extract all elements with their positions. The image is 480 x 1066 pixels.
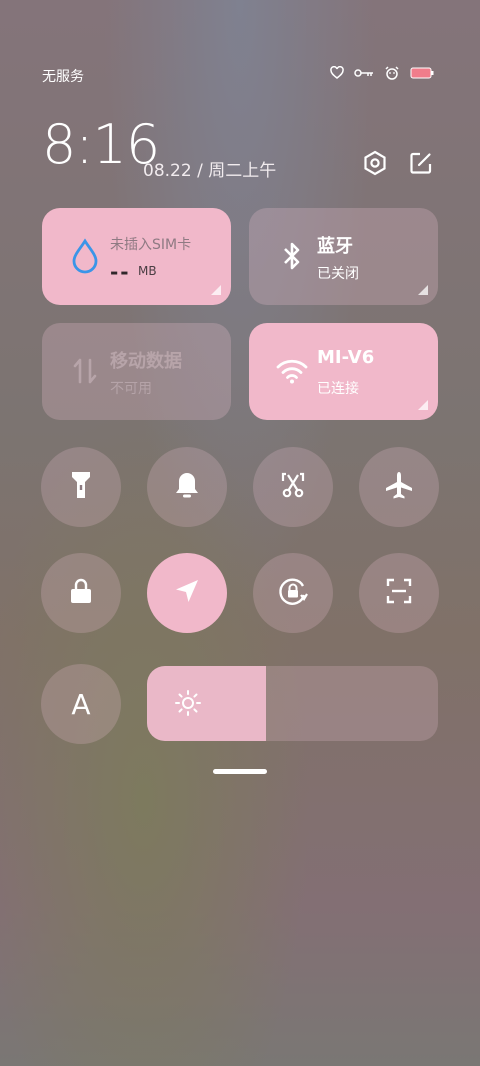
wifi-icon [275, 353, 309, 389]
carrier-status: 无服务 [42, 69, 84, 85]
bluetooth-tile[interactable]: 蓝牙 已关闭 [249, 208, 438, 305]
location-toggle[interactable] [147, 553, 227, 633]
bluetooth-title: 蓝牙 [317, 236, 353, 257]
brightness-fill [147, 666, 267, 741]
auto-brightness-label: A [71, 687, 91, 721]
location-icon [173, 577, 201, 609]
wifi-status: 已连接 [317, 381, 359, 397]
tile-expand-corner [418, 400, 428, 410]
alarm-face-icon [384, 66, 400, 80]
key-icon [354, 67, 374, 79]
screenshot-scissor-icon [279, 471, 307, 503]
lock-screen-toggle[interactable] [41, 553, 121, 633]
airplane-toggle[interactable] [359, 447, 439, 527]
flashlight-icon [69, 470, 93, 504]
data-arrows-icon [68, 353, 102, 389]
flashlight-toggle[interactable] [41, 447, 121, 527]
data-usage-value: -- [110, 260, 131, 284]
bell-icon [174, 471, 200, 503]
brightness-slider[interactable] [147, 666, 438, 741]
edit-icon[interactable] [408, 150, 434, 176]
tile-expand-corner [418, 285, 428, 295]
drag-handle[interactable] [213, 769, 267, 774]
bluetooth-status: 已关闭 [317, 266, 359, 282]
rotation-lock-toggle[interactable] [253, 553, 333, 633]
battery-icon [410, 67, 434, 79]
date-label: 08.22 / 周二上午 [143, 161, 277, 181]
clock-time: 8:16 [42, 113, 160, 176]
scanner-toggle[interactable] [359, 553, 439, 633]
sim-status-label: 未插入SIM卡 [110, 237, 192, 253]
rotation-lock-icon [277, 575, 309, 611]
data-usage-unit: MB [138, 264, 157, 278]
wifi-tile[interactable]: MI-V6 已连接 [249, 323, 438, 420]
auto-brightness-toggle[interactable]: A [41, 664, 121, 744]
sun-icon [173, 688, 203, 722]
sim-data-tile[interactable]: 未插入SIM卡 -- MB [42, 208, 231, 305]
mobile-data-title: 移动数据 [110, 351, 182, 372]
ringer-toggle[interactable] [147, 447, 227, 527]
mobile-data-tile[interactable]: 移动数据 不可用 [42, 323, 231, 420]
wifi-network-name: MI-V6 [317, 347, 375, 368]
airplane-icon [384, 470, 414, 504]
lock-icon [69, 577, 93, 609]
screenshot-toggle[interactable] [253, 447, 333, 527]
settings-hex-icon[interactable] [362, 150, 388, 176]
mobile-data-status: 不可用 [110, 381, 152, 397]
status-icons [330, 66, 434, 80]
tile-expand-corner [211, 285, 221, 295]
scan-icon [385, 577, 413, 609]
bluetooth-icon [275, 238, 309, 274]
heart-chat-icon [330, 66, 344, 80]
water-drop-icon [68, 238, 102, 274]
